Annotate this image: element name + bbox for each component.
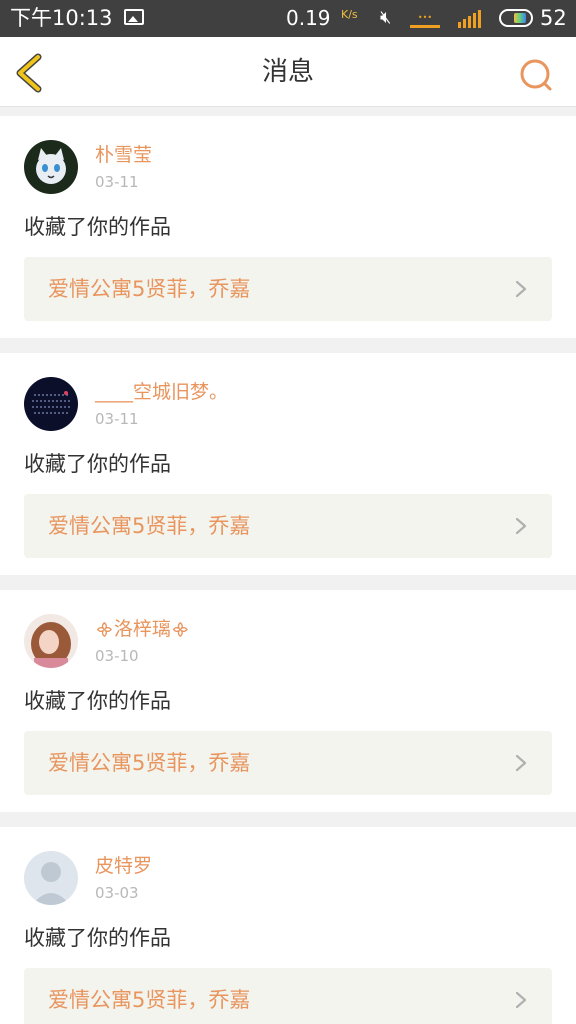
work-title: 爱情公寓5贤菲，乔嘉 [48,514,251,538]
message-date: 03-10 [95,647,139,665]
image-notification-icon [124,9,144,25]
battery-level: 52 [540,6,567,30]
avatar[interactable] [24,140,78,194]
chevron-left-icon [16,53,42,93]
avatar[interactable] [24,614,78,668]
battery-icon [499,9,533,27]
sender-name[interactable]: ____空城旧梦。 [95,379,228,405]
wifi-icon: ••• [410,12,440,28]
work-title: 爱情公寓5贤菲，乔嘉 [48,277,251,301]
sender-name[interactable]: ᯽洛梓璃᯽ [95,616,190,643]
message-date: 03-03 [95,884,139,902]
top-bar: 消息 [0,37,576,107]
decoration-icon: ᯽ [170,620,190,640]
message-card: 朴雪莹 03-11 收藏了你的作品 爱情公寓5贤菲，乔嘉 [0,116,576,338]
message-action: 收藏了你的作品 [24,926,171,950]
status-bar: 下午10:13 0.19 K/s 🔇︎ ••• 52 [0,0,576,37]
search-icon [520,59,552,91]
message-date: 03-11 [95,173,139,191]
work-title: 爱情公寓5贤菲，乔嘉 [48,988,251,1012]
message-action: 收藏了你的作品 [24,689,171,713]
sender-name[interactable]: 朴雪莹 [95,142,152,168]
mute-icon: 🔇︎ [380,7,392,28]
sender-name[interactable]: 皮特罗 [95,853,152,879]
back-button[interactable] [12,51,52,95]
message-action: 收藏了你的作品 [24,215,171,239]
signal-icon [456,10,486,28]
chevron-right-icon [515,517,527,535]
work-link[interactable]: 爱情公寓5贤菲，乔嘉 [24,257,552,321]
message-card: 皮特罗 03-03 收藏了你的作品 爱情公寓5贤菲，乔嘉 [0,827,576,1024]
page-title: 消息 [261,57,314,87]
network-speed: 0.19 [286,6,331,30]
speed-unit: K/s [341,8,358,21]
message-card: ____空城旧梦。 03-11 收藏了你的作品 爱情公寓5贤菲，乔嘉 [0,353,576,575]
work-link[interactable]: 爱情公寓5贤菲，乔嘉 [24,968,552,1024]
message-action: 收藏了你的作品 [24,452,171,476]
search-button[interactable] [518,57,554,93]
chevron-right-icon [515,991,527,1009]
message-card: ᯽洛梓璃᯽ 03-10 收藏了你的作品 爱情公寓5贤菲，乔嘉 [0,590,576,812]
avatar[interactable] [24,377,78,431]
work-title: 爱情公寓5贤菲，乔嘉 [48,751,251,775]
chevron-right-icon [515,280,527,298]
message-date: 03-11 [95,410,139,428]
chevron-right-icon [515,754,527,772]
avatar[interactable] [24,851,78,905]
work-link[interactable]: 爱情公寓5贤菲，乔嘉 [24,731,552,795]
status-time: 下午10:13 [10,6,113,30]
work-link[interactable]: 爱情公寓5贤菲，乔嘉 [24,494,552,558]
decoration-icon: ᯽ [95,620,114,640]
